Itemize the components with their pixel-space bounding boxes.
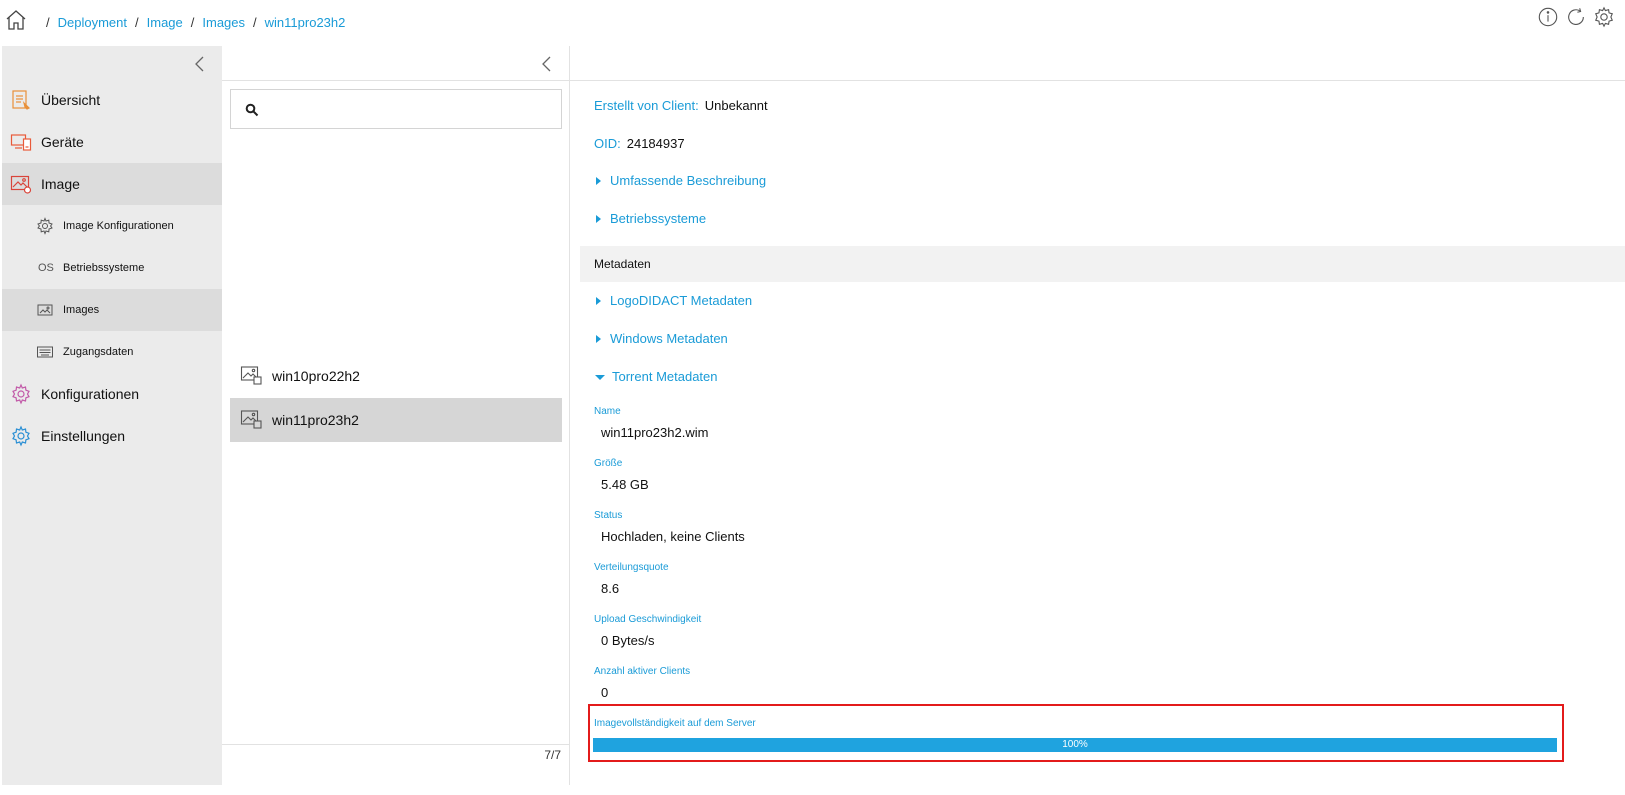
- os-text-icon: OS: [38, 262, 54, 274]
- sidebar-item-label: Einstellungen: [41, 428, 126, 444]
- list-item-label: win10pro22h2: [272, 368, 360, 384]
- sidebar-item-image-konfigurationen[interactable]: Image Konfigurationen: [2, 205, 222, 247]
- images-icon: [37, 304, 53, 316]
- oid-row: OID: 24184937: [594, 136, 685, 151]
- breadcrumb-deployment[interactable]: Deployment: [58, 15, 127, 30]
- breadcrumb-image[interactable]: Image: [147, 15, 183, 30]
- section-logodidact-metadaten[interactable]: LogoDIDACT Metadaten: [594, 293, 752, 308]
- field-label-status: Status: [594, 510, 623, 521]
- section-windows-metadaten[interactable]: Windows Metadaten: [594, 331, 728, 346]
- sidebar-item-label: Übersicht: [41, 92, 101, 108]
- created-by-value: Unbekannt: [704, 98, 768, 113]
- image-file-icon: [240, 366, 262, 385]
- sidebar-item-betriebssysteme[interactable]: OS Betriebssysteme: [2, 247, 222, 289]
- sidebar-item-konfigurationen[interactable]: Konfigurationen: [2, 373, 222, 415]
- oid-label: OID:: [594, 136, 621, 151]
- list-item-selected[interactable]: win11pro23h2: [230, 398, 562, 442]
- section-label: LogoDIDACT Metadaten: [610, 293, 753, 308]
- refresh-icon[interactable]: [1565, 6, 1587, 28]
- sidebar-item-images[interactable]: Images: [2, 289, 222, 331]
- field-value-groesse: 5.48 GB: [601, 477, 649, 492]
- sidebar-item-einstellungen[interactable]: Einstellungen: [2, 415, 222, 457]
- sidebar-item-label: Betriebssysteme: [63, 262, 145, 274]
- field-value-anzahl-aktiver-clients: 0: [601, 685, 609, 700]
- image-config-gear-icon: [37, 217, 53, 235]
- breadcrumb: / Deployment / Image / Images / win11pro…: [38, 15, 345, 30]
- image-file-icon: [240, 410, 262, 429]
- created-by-row: Erstellt von Client: Unbekannt: [594, 98, 768, 113]
- overview-document-icon: [12, 90, 31, 110]
- image-icon: [10, 175, 32, 194]
- caret-right-icon: [596, 214, 601, 223]
- section-label: Umfassende Beschreibung: [610, 173, 767, 188]
- section-label: Torrent Metadaten: [612, 369, 718, 384]
- field-label-imagevollstaendigkeit: Imagevollständigkeit auf dem Server: [594, 718, 756, 729]
- breadcrumb-separator: /: [190, 15, 195, 30]
- sidebar-item-image[interactable]: Image: [2, 163, 222, 205]
- breadcrumb-current[interactable]: win11pro23h2: [265, 15, 346, 30]
- section-betriebssysteme[interactable]: Betriebssysteme: [594, 211, 706, 226]
- configurations-gear-icon: [12, 383, 30, 405]
- search-input[interactable]: [265, 96, 555, 122]
- item-count: 7/7: [544, 748, 561, 762]
- credentials-keyboard-icon: [37, 346, 53, 358]
- top-bar: / Deployment / Image / Images / win11pro…: [0, 0, 1625, 46]
- section-umfassende-beschreibung[interactable]: Umfassende Beschreibung: [594, 173, 766, 188]
- breadcrumb-separator: /: [253, 15, 257, 30]
- search-box[interactable]: [230, 89, 562, 129]
- sidebar-item-label: Image Konfigurationen: [63, 220, 174, 232]
- sidebar: Übersicht Geräte Image Image Konfigurati…: [2, 46, 222, 785]
- image-list-pane: win10pro22h2 win11pro23h2 7/7: [222, 46, 570, 785]
- sidebar-item-label: Konfigurationen: [41, 386, 140, 402]
- field-value-verteilungsquote: 8.6: [601, 581, 620, 596]
- divider: [570, 80, 1625, 81]
- list-collapse-chevron-icon[interactable]: [539, 54, 555, 74]
- info-icon[interactable]: [1537, 6, 1559, 28]
- list-item-label: win11pro23h2: [272, 412, 359, 428]
- field-label-groesse: Größe: [594, 458, 623, 469]
- sidebar-item-label: Geräte: [41, 134, 84, 150]
- field-value-upload-geschwindigkeit: 0 Bytes/s: [601, 633, 655, 648]
- detail-pane: Erstellt von Client: Unbekannt OID: 2418…: [570, 46, 1625, 785]
- sidebar-item-label: Zugangsdaten: [63, 346, 134, 358]
- list-item[interactable]: win10pro22h2: [230, 354, 562, 398]
- progress-label: 100%: [1062, 739, 1088, 750]
- section-label: Windows Metadaten: [610, 331, 728, 346]
- field-value-status: Hochladen, keine Clients: [601, 529, 745, 544]
- sidebar-collapse-chevron-icon[interactable]: [192, 54, 208, 74]
- field-label-anzahl-aktiver-clients: Anzahl aktiver Clients: [594, 666, 691, 677]
- settings-gear-icon: [12, 425, 30, 447]
- caret-right-icon: [596, 176, 601, 185]
- breadcrumb-separator: /: [46, 15, 50, 30]
- created-by-label: Erstellt von Client:: [594, 98, 699, 113]
- settings-gear-icon[interactable]: [1593, 6, 1615, 28]
- breadcrumb-separator: /: [135, 15, 139, 30]
- divider: [222, 744, 570, 745]
- search-icon: [245, 103, 259, 117]
- sidebar-item-label: Images: [63, 304, 100, 316]
- caret-right-icon: [596, 334, 601, 343]
- sidebar-item-label: Image: [41, 176, 80, 192]
- top-icon-group: [1537, 6, 1615, 28]
- divider: [222, 80, 570, 81]
- breadcrumb-images[interactable]: Images: [202, 15, 245, 30]
- oid-value: 24184937: [626, 136, 685, 151]
- sidebar-item-geraete[interactable]: Geräte: [2, 121, 222, 163]
- metadata-header: Metadaten: [580, 246, 1625, 282]
- sidebar-item-zugangsdaten[interactable]: Zugangsdaten: [2, 331, 222, 373]
- section-torrent-metadaten[interactable]: Torrent Metadaten: [594, 369, 718, 384]
- home-icon[interactable]: [4, 8, 28, 32]
- completeness-progress-bar: 100%: [593, 738, 1557, 752]
- field-label-name: Name: [594, 406, 621, 417]
- field-value-name: win11pro23h2.wim: [601, 425, 709, 440]
- caret-down-icon: [595, 374, 605, 380]
- devices-icon: [10, 134, 32, 151]
- field-label-upload-geschwindigkeit: Upload Geschwindigkeit: [594, 614, 702, 625]
- caret-right-icon: [596, 296, 601, 305]
- sidebar-item-uebersicht[interactable]: Übersicht: [2, 79, 222, 121]
- field-label-verteilungsquote: Verteilungsquote: [594, 562, 669, 573]
- section-label: Betriebssysteme: [610, 211, 707, 226]
